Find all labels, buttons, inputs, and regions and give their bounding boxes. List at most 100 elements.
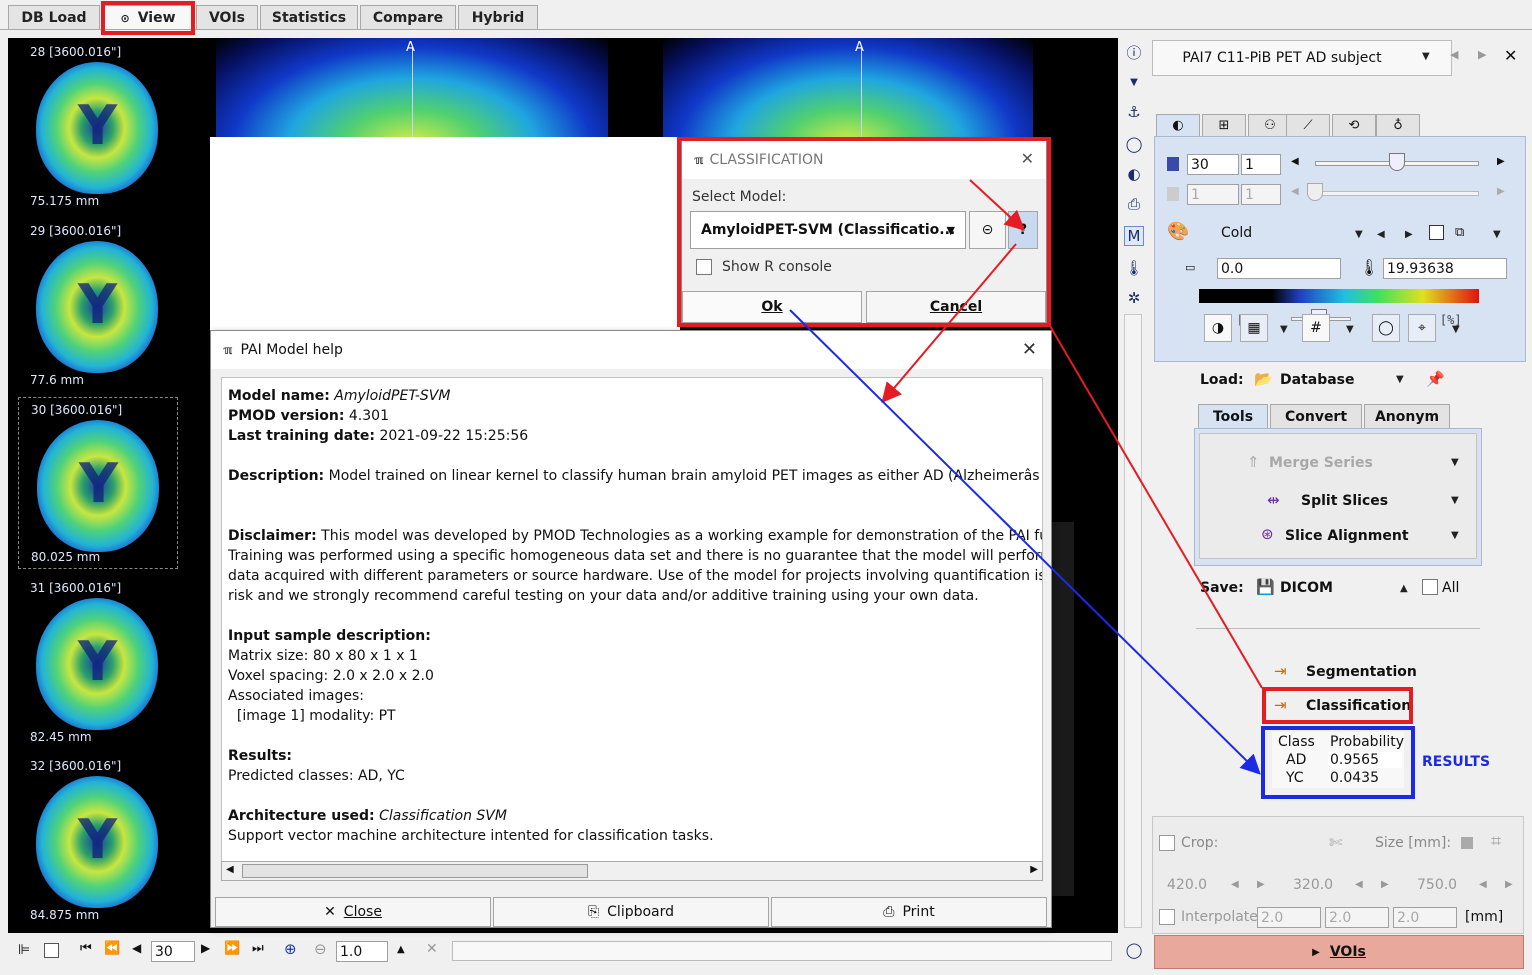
pet-view-right[interactable] — [663, 38, 1033, 138]
thumbnail-slice[interactable]: 31 [3600.016"] 82.45 mm — [18, 576, 178, 748]
crop-tool-icon[interactable]: ✄ — [1329, 833, 1342, 852]
next-icon[interactable]: ▶ — [1257, 879, 1265, 890]
next-icon[interactable]: ▶ — [201, 941, 210, 955]
prev-icon[interactable]: ◀ — [1231, 879, 1239, 890]
copy-icon[interactable]: ⧉ — [1455, 225, 1464, 240]
scroll-right-icon[interactable]: ▶ — [1030, 864, 1038, 875]
zoom-in-icon[interactable]: ⊕ — [284, 940, 297, 958]
prev-icon[interactable]: ◀ — [132, 941, 141, 955]
min-value-field[interactable]: 0.0 — [1217, 258, 1341, 279]
tab-db-load[interactable]: DB Load — [8, 5, 100, 30]
tab-curve[interactable]: ⟋ — [1286, 114, 1330, 136]
tab-hybrid[interactable]: Hybrid — [458, 5, 538, 30]
m-icon[interactable]: M — [1124, 226, 1144, 246]
side-scrollbar[interactable] — [1124, 314, 1142, 928]
max-value-field[interactable]: 19.93638 — [1383, 258, 1507, 279]
prev-icon[interactable]: ◀ — [1291, 156, 1299, 167]
prev-study-icon[interactable]: ◀ — [1450, 48, 1458, 61]
dropdown-icon[interactable]: ▼ — [1124, 72, 1144, 92]
zoom-field[interactable]: 1.0 — [336, 941, 388, 962]
anchor-icon[interactable]: ⚓ — [1124, 102, 1144, 122]
chevron-down-icon[interactable]: ▼ — [1451, 530, 1459, 541]
crop-icon[interactable]: ⌗ — [1491, 831, 1501, 852]
next-icon[interactable]: ▶ — [1405, 229, 1413, 240]
mesh-icon[interactable]: # — [1302, 314, 1330, 342]
pin-icon[interactable]: 📌 — [1426, 370, 1445, 388]
tab-layout[interactable]: ⊞ — [1202, 114, 1246, 136]
interp-field[interactable]: 2.0 — [1325, 907, 1389, 928]
square-icon[interactable] — [1461, 837, 1473, 849]
chevron-down-icon[interactable]: ▼ — [1452, 324, 1460, 335]
chevron-down-icon[interactable]: ▼ — [1451, 457, 1459, 468]
tab-sync[interactable]: ⟲ — [1332, 114, 1376, 136]
help-horizontal-scrollbar[interactable]: ◀ ▶ — [221, 861, 1043, 881]
prev-icon[interactable]: ◀ — [1291, 186, 1299, 197]
frame-field[interactable]: 1 — [1241, 154, 1281, 175]
contrast-icon[interactable]: ◐ — [1124, 164, 1144, 184]
merge-series-button[interactable]: Merge Series — [1269, 455, 1373, 471]
thumbnail-slice-selected[interactable]: 30 [3600.016"] 80.025 mm — [18, 397, 178, 569]
frame-slider-thumb[interactable] — [1307, 183, 1323, 201]
tab-anonym[interactable]: Anonym — [1364, 404, 1450, 428]
palette-icon[interactable]: 🎨 — [1167, 221, 1189, 242]
crop-checkbox[interactable] — [1159, 835, 1175, 851]
vois-button[interactable]: ▶ VOIs — [1154, 935, 1524, 969]
prev-icon[interactable]: ◀ — [1479, 879, 1487, 890]
load-source[interactable]: Database — [1280, 372, 1355, 388]
thumbnail-slice[interactable]: 29 [3600.016"] 77.6 mm — [18, 219, 178, 391]
slice-field-2[interactable]: 1 — [1187, 184, 1239, 205]
chevron-down-icon[interactable]: ▼ — [1280, 324, 1288, 335]
frame-field-2[interactable]: 1 — [1241, 184, 1281, 205]
lut-icon[interactable] — [1429, 225, 1444, 240]
help-close-button[interactable]: ✕ Close — [215, 897, 491, 927]
next-fast-icon[interactable]: ⏩ — [224, 941, 240, 956]
chevron-down-icon[interactable]: ▼ — [1451, 495, 1459, 506]
colormap-label[interactable]: Cold — [1221, 225, 1252, 241]
tab-contrast[interactable]: ◐ — [1156, 114, 1200, 136]
crosshair-icon[interactable]: ⌖ — [1408, 314, 1436, 342]
last-slice-icon[interactable]: ⏭ — [252, 941, 264, 956]
adjust-icon[interactable]: ◑ — [1204, 314, 1232, 342]
settings-icon[interactable]: ✲ — [1124, 288, 1144, 308]
tab-probe[interactable]: ♁ — [1376, 114, 1420, 136]
chevron-down-icon[interactable]: ▼ — [1355, 229, 1363, 240]
zoom-out-icon[interactable]: ⊖ — [314, 940, 327, 958]
interp-field[interactable]: 2.0 — [1257, 907, 1321, 928]
tab-compare[interactable]: Compare — [360, 5, 456, 30]
chevron-down-icon[interactable]: ▼ — [1346, 324, 1354, 335]
save-format[interactable]: DICOM — [1280, 580, 1333, 596]
clipboard-button[interactable]: ⎘ Clipboard — [493, 897, 769, 927]
interp-field[interactable]: 2.0 — [1393, 907, 1457, 928]
tab-convert[interactable]: Convert — [1270, 404, 1362, 428]
help-title-bar[interactable]: ℼ PAI Model help ✕ — [211, 331, 1051, 369]
all-checkbox[interactable] — [1422, 579, 1438, 595]
chevron-down-icon[interactable]: ▼ — [1493, 229, 1501, 240]
thermometer-icon[interactable]: 🌡 — [1124, 258, 1144, 278]
slice-number-field[interactable]: 30 — [151, 941, 195, 962]
next-study-icon[interactable]: ▶ — [1478, 48, 1486, 61]
slice-field[interactable]: 30 — [1187, 154, 1239, 175]
tab-statistics[interactable]: Statistics — [260, 5, 358, 30]
thermometer-icon[interactable]: 🌡 — [1359, 258, 1379, 277]
segmentation-button[interactable]: Segmentation — [1306, 664, 1417, 680]
first-slice-icon[interactable]: ⏮ — [80, 941, 92, 956]
circle-icon[interactable]: ◯ — [1124, 134, 1144, 154]
horizontal-scrollbar[interactable] — [452, 941, 1112, 961]
chevron-down-icon[interactable]: ▼ — [1422, 51, 1430, 62]
split-slices-button[interactable]: Split Slices — [1301, 493, 1388, 509]
next-icon[interactable]: ▶ — [1497, 156, 1505, 167]
thumbnail-slice[interactable]: 32 [3600.016"] 84.875 mm — [18, 754, 178, 926]
info-icon[interactable]: ⓘ — [1124, 42, 1144, 62]
help-content[interactable]: Model name: AmyloidPET-SVM PMOD version:… — [221, 377, 1043, 881]
layout-icon[interactable]: ⊫ — [18, 942, 30, 958]
circle-icon[interactable]: ◯ — [1124, 940, 1144, 960]
printer-icon[interactable]: ⎙ — [1124, 194, 1144, 214]
slice-slider-thumb[interactable] — [1389, 153, 1405, 171]
close-icon[interactable]: ✕ — [1022, 339, 1037, 360]
reset-icon[interactable]: ✕ — [426, 941, 438, 957]
tab-vois[interactable]: VOIs — [196, 5, 258, 30]
scroll-left-icon[interactable]: ◀ — [226, 864, 234, 875]
checkbox-icon[interactable] — [44, 943, 59, 958]
prev-icon[interactable]: ◀ — [1355, 879, 1363, 890]
prev-fast-icon[interactable]: ⏪ — [104, 941, 120, 956]
